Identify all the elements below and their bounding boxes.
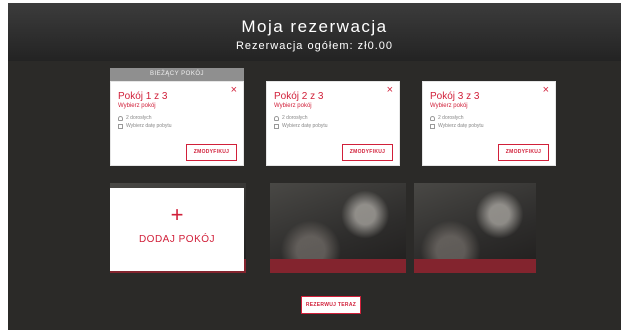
room-subtitle: Wybierz pokój: [274, 103, 312, 109]
close-icon[interactable]: ×: [387, 84, 393, 96]
person-icon: [430, 115, 435, 121]
reserve-now-button[interactable]: REZERWUJ TERAZ: [301, 296, 361, 314]
modify-button[interactable]: ZMODYFIKUJ: [498, 144, 549, 161]
person-icon: [118, 115, 123, 121]
room-title: Pokój 1 z 3: [118, 91, 168, 102]
room-photo-2: [270, 183, 406, 273]
page-title: Moja rezerwacja: [241, 17, 388, 36]
guests-row: 2 dorosłych: [274, 115, 308, 121]
calendar-icon: [430, 123, 435, 129]
guests-text: 2 dorosłych: [282, 115, 308, 121]
booking-total: Rezerwacja ogółem: zł0.00: [235, 40, 394, 52]
room-card-3[interactable]: × Pokój 3 z 3 Wybierz pokój 2 dorosłych …: [422, 81, 556, 166]
add-room-label: DODAJ POKÓJ: [138, 234, 216, 245]
dates-text: Wybierz datę pobytu: [438, 123, 484, 129]
room-subtitle: Wybierz pokój: [430, 103, 468, 109]
dates-text: Wybierz datę pobytu: [282, 123, 328, 129]
guests-text: 2 dorosłych: [438, 115, 464, 121]
dates-text: Wybierz datę pobytu: [126, 123, 172, 129]
guests-text: 2 dorosłych: [126, 115, 152, 121]
person-icon: [274, 115, 279, 121]
close-icon[interactable]: ×: [543, 84, 549, 96]
modify-button[interactable]: ZMODYFIKUJ: [186, 144, 237, 161]
dates-row: Wybierz datę pobytu: [274, 123, 328, 129]
guests-row: 2 dorosłych: [430, 115, 464, 121]
calendar-icon: [274, 123, 279, 129]
room-photo-3: [414, 183, 536, 273]
current-room-tab: BIEŻĄCY POKÓJ: [110, 68, 244, 87]
room-title: Pokój 3 z 3: [430, 91, 480, 102]
room-subtitle: Wybierz pokój: [118, 103, 156, 109]
plus-icon: +: [170, 202, 184, 227]
close-icon[interactable]: ×: [231, 84, 237, 96]
add-room-button[interactable]: + DODAJ POKÓJ: [110, 188, 244, 271]
room-card-2[interactable]: × Pokój 2 z 3 Wybierz pokój 2 dorosłych …: [266, 81, 400, 166]
header-bar: Moja rezerwacja Rezerwacja ogółem: zł0.0…: [8, 3, 621, 61]
dates-row: Wybierz datę pobytu: [430, 123, 484, 129]
dates-row: Wybierz datę pobytu: [118, 123, 172, 129]
room-title: Pokój 2 z 3: [274, 91, 324, 102]
modify-button[interactable]: ZMODYFIKUJ: [342, 144, 393, 161]
room-card-1[interactable]: × Pokój 1 z 3 Wybierz pokój 2 dorosłych …: [110, 81, 244, 166]
booking-panel: Moja rezerwacja Rezerwacja ogółem: zł0.0…: [8, 3, 621, 330]
guests-row: 2 dorosłych: [118, 115, 152, 121]
calendar-icon: [118, 123, 123, 129]
